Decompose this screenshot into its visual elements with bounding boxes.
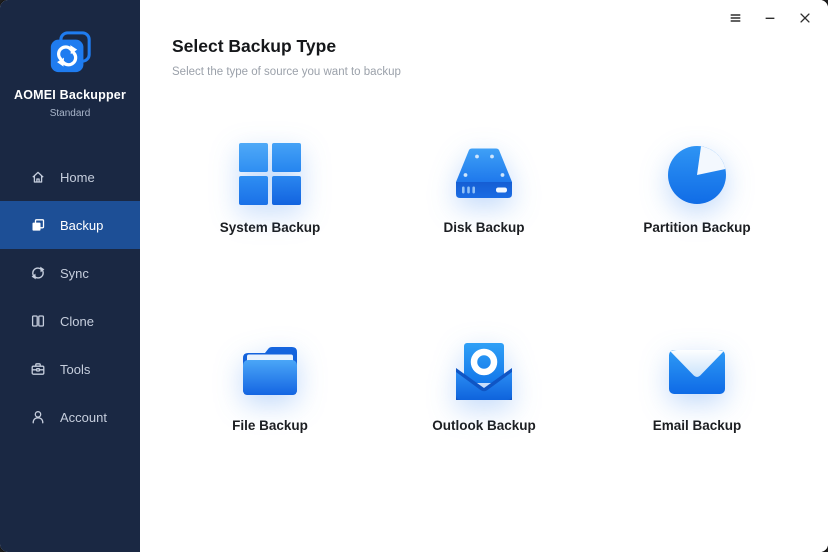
sidebar: AOMEI Backupper Standard Home [0, 0, 140, 552]
tools-icon [30, 361, 46, 377]
page-subtitle: Select the type of source you want to ba… [172, 66, 828, 78]
sidebar-item-label: Home [60, 170, 95, 185]
sidebar-item-label: Clone [60, 314, 94, 329]
sidebar-nav: Home Backup [0, 153, 140, 441]
close-button[interactable] [792, 7, 818, 29]
tile-partition-backup[interactable]: Partition Backup [612, 140, 782, 235]
close-icon [798, 11, 812, 25]
clone-icon [30, 313, 46, 329]
tile-label: Disk Backup [443, 220, 524, 235]
sidebar-item-label: Sync [60, 266, 89, 281]
tile-file-backup[interactable]: File Backup [185, 338, 355, 433]
windows-logo-icon [236, 140, 304, 208]
menu-button[interactable] [722, 7, 748, 29]
sidebar-item-home[interactable]: Home [0, 153, 140, 201]
window-controls [722, 7, 818, 29]
sidebar-item-account[interactable]: Account [0, 393, 140, 441]
sidebar-item-tools[interactable]: Tools [0, 345, 140, 393]
tile-disk-backup[interactable]: Disk Backup [399, 140, 569, 235]
email-envelope-icon [663, 338, 731, 406]
sidebar-item-backup[interactable]: Backup [0, 201, 140, 249]
sidebar-item-sync[interactable]: Sync [0, 249, 140, 297]
tile-label: Email Backup [653, 418, 742, 433]
sync-icon [30, 265, 46, 281]
folder-icon [236, 338, 304, 406]
tile-label: Partition Backup [643, 220, 750, 235]
tile-outlook-backup[interactable]: Outlook Backup [399, 338, 569, 433]
brand: AOMEI Backupper Standard [0, 0, 140, 119]
tile-system-backup[interactable]: System Backup [185, 140, 355, 235]
app-name: AOMEI Backupper [0, 88, 140, 102]
hamburger-icon [728, 11, 743, 25]
tile-email-backup[interactable]: Email Backup [612, 338, 782, 433]
app-window: AOMEI Backupper Standard Home [0, 0, 828, 552]
outlook-envelope-icon [450, 338, 518, 406]
sidebar-item-label: Tools [60, 362, 90, 377]
sync-squares-logo-icon [47, 30, 93, 76]
tile-label: System Backup [220, 220, 321, 235]
sidebar-item-clone[interactable]: Clone [0, 297, 140, 345]
sidebar-item-label: Account [60, 410, 107, 425]
minimize-button[interactable] [757, 7, 783, 29]
page-title: Select Backup Type [172, 36, 828, 57]
tile-label: File Backup [232, 418, 308, 433]
hard-drive-icon [450, 140, 518, 208]
account-icon [30, 409, 46, 425]
main-content: Select Backup Type Select the type of so… [140, 0, 828, 552]
minimize-icon [763, 11, 777, 25]
home-icon [30, 169, 46, 185]
tile-label: Outlook Backup [432, 418, 536, 433]
pie-chart-icon [663, 140, 731, 208]
app-edition: Standard [0, 108, 140, 119]
backup-icon [30, 217, 46, 233]
sidebar-item-label: Backup [60, 218, 103, 233]
